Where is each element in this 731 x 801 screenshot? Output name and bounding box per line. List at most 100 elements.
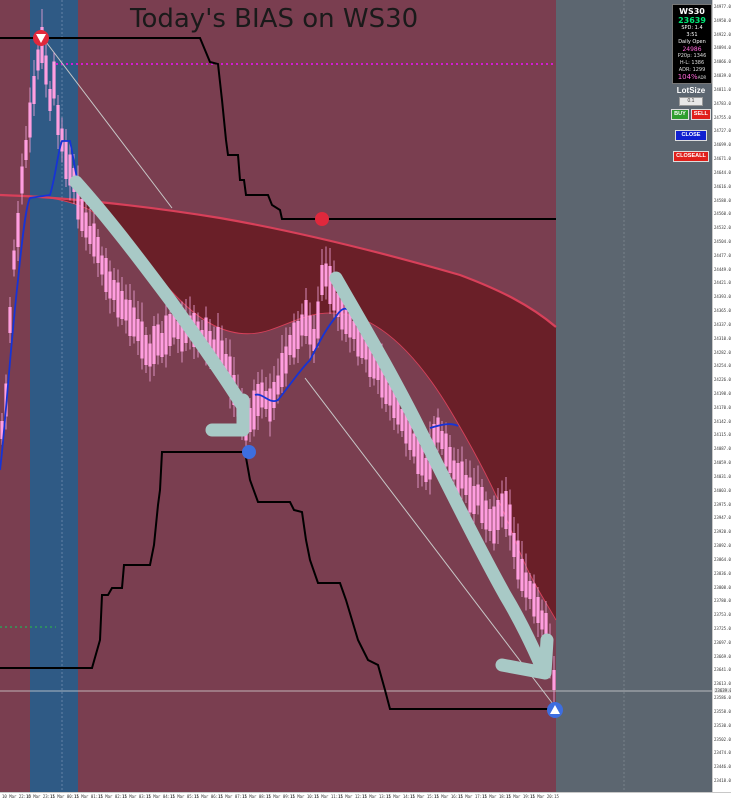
candle-body [496, 500, 500, 530]
price-tick-label: 23864.00 [714, 556, 731, 562]
candle-body [440, 431, 444, 449]
candle-body [80, 199, 84, 231]
candle-body [88, 226, 92, 244]
price-tick-label: 24226.00 [714, 377, 731, 383]
time-tick-label: 11 Mar 20:15 [530, 794, 559, 799]
candle-body [264, 391, 268, 409]
candle-body [508, 504, 512, 536]
buy-signal-marker[interactable] [547, 702, 563, 718]
candle-body [28, 102, 32, 138]
price-tick-label: 23947.00 [714, 515, 731, 521]
candle-body [468, 477, 472, 513]
candle-body [272, 382, 276, 408]
candle-body [48, 89, 52, 111]
price-tick-label: 24977.00 [714, 4, 731, 9]
price-tick-label: 23697.00 [714, 639, 731, 645]
candle-body [12, 250, 16, 270]
candle-body [96, 237, 100, 263]
daily-open-value: 24986 [682, 46, 702, 53]
candle-body [164, 315, 168, 355]
symbol-info-panel: WS30 23639 SPD: 1.4 3:51 Daily Open 2498… [672, 4, 712, 84]
price-tick-label: 24504.00 [714, 238, 731, 244]
candle-body [140, 321, 144, 359]
price-tick-label: 23753.00 [714, 612, 731, 618]
chart-title: Today's BIAS on WS30 [130, 4, 419, 34]
price-chart[interactable] [0, 0, 731, 800]
price-axis: 24977.00 24950.00 24922.00 24894.00 24866.00… [712, 0, 731, 792]
close-all-button[interactable]: CLOSEALL [673, 151, 709, 162]
adr-percent-label: ADR [697, 75, 707, 80]
lot-size-input[interactable]: 0.1 [679, 97, 703, 106]
price-tick-label: 24003.00 [714, 487, 731, 493]
price-tick-label: 24254.00 [714, 363, 731, 369]
candle-body [148, 343, 152, 367]
candle-body [444, 433, 448, 467]
price-tick-label: 24671.00 [714, 156, 731, 162]
sell-button[interactable]: SELL [690, 109, 711, 120]
price-tick-label: 24727.00 [714, 128, 731, 134]
candle-body [476, 484, 480, 506]
price-tick-label: 23641.00 [714, 667, 731, 673]
candle-body [256, 384, 260, 416]
price-tick-label: 23780.00 [714, 598, 731, 604]
candle-body [516, 540, 520, 580]
trade-panel: LotSize 0.1 BUY SELL CLOSE CLOSEALL [671, 86, 711, 162]
candle-body [540, 610, 544, 630]
buy-button[interactable]: BUY [671, 109, 689, 120]
price-tick-label: 23975.00 [714, 501, 731, 507]
price-tick-label: 24393.00 [714, 294, 731, 300]
candle-body [152, 326, 156, 364]
candle-body [312, 329, 316, 351]
symbol-name: WS30 [679, 7, 705, 16]
price-tick-label: 24365.00 [714, 308, 731, 314]
sell-signal-marker[interactable] [33, 30, 49, 46]
candle-body [452, 460, 456, 480]
price-tick-label: 23613.00 [714, 681, 731, 687]
candle-body [480, 487, 484, 523]
candle-body [32, 76, 36, 104]
candle-body [24, 140, 28, 160]
swing-high-marker[interactable] [315, 212, 329, 226]
candle-body [20, 166, 24, 194]
price-tick-label: 24894.00 [714, 45, 731, 51]
candle-body [328, 266, 332, 304]
candle-body [84, 212, 88, 238]
price-tick-label: 24532.00 [714, 225, 731, 231]
candle-body [252, 390, 256, 430]
price-tick-label: 24644.00 [714, 169, 731, 175]
candle-body [276, 375, 280, 395]
price-tick-label: 24421.00 [714, 280, 731, 286]
candle-body [520, 559, 524, 591]
candle-body [300, 314, 304, 336]
price-tick-label: 24087.00 [714, 446, 731, 452]
candle-body [168, 314, 172, 346]
swing-low-marker[interactable] [242, 445, 256, 459]
candle-body [532, 583, 536, 617]
candle-body [492, 506, 496, 544]
candle-body [424, 458, 428, 482]
candle-body [460, 461, 464, 489]
price-tick-label: 23446.00 [714, 764, 731, 770]
candle-body [116, 282, 120, 318]
candle-body [44, 55, 48, 85]
price-tick-label: 24198.00 [714, 391, 731, 396]
close-button[interactable]: CLOSE [674, 130, 708, 141]
candle-body [52, 61, 56, 99]
price-tick-label: 24783.00 [714, 100, 731, 106]
candle-body [472, 486, 476, 514]
price-tick-label: 23920.00 [714, 529, 731, 535]
bar-timer: 3:51 [686, 32, 698, 38]
candle-body [552, 670, 556, 690]
candle-body [292, 322, 296, 358]
candle-body [528, 581, 532, 599]
price-tick-label: 24142.00 [714, 418, 731, 424]
candle-body [60, 128, 64, 152]
candle-body [524, 572, 528, 598]
spread-value: SPD: 1.4 [681, 25, 703, 31]
price-tick-label: 24616.00 [714, 183, 731, 189]
price-tick-label: 23892.00 [714, 543, 731, 549]
candle-body [500, 493, 504, 517]
candle-body [108, 271, 112, 299]
candle-body [296, 321, 300, 349]
candle-body [304, 300, 308, 336]
